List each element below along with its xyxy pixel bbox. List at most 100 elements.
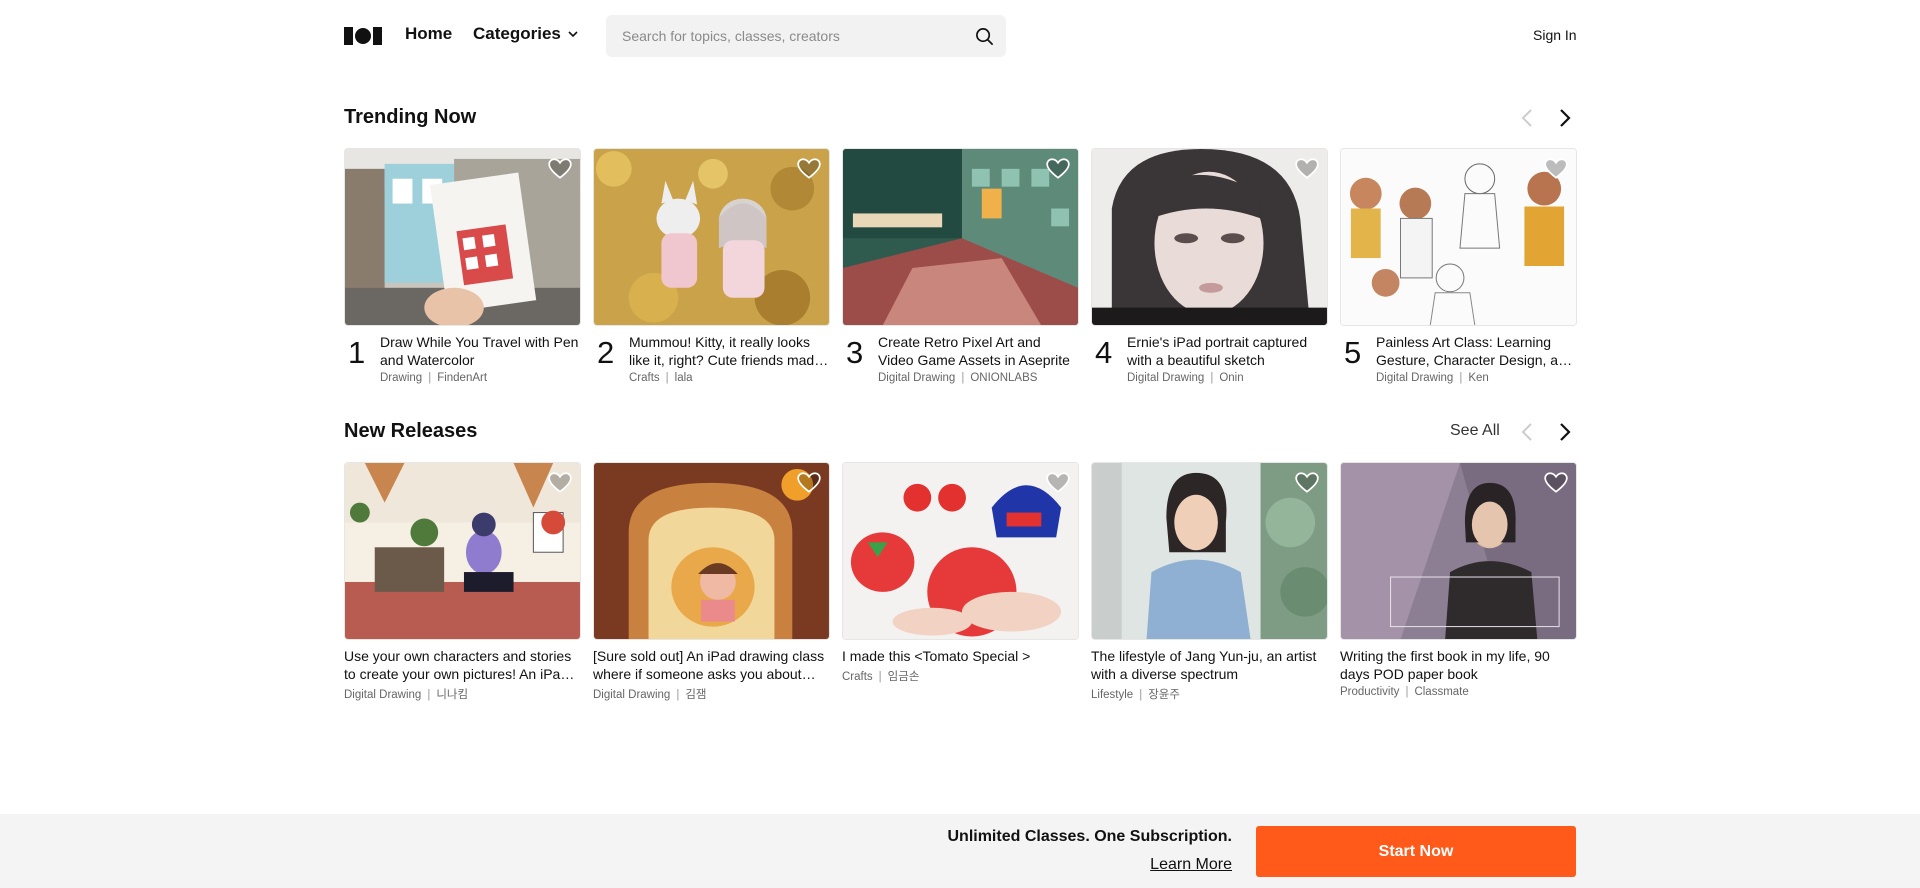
favorite-heart-icon[interactable] (1045, 156, 1071, 182)
new-release-card[interactable]: Writing the first book in my life, 90 da… (1340, 462, 1577, 698)
trending-card[interactable]: 1 Draw While You Travel with Pen and Wat… (344, 148, 581, 384)
card-thumbnail (1340, 462, 1577, 640)
new-release-card[interactable]: I made this <Tomato Special > Crafts | 임금손 (842, 462, 1079, 684)
class-subtitle: Crafts | 임금손 (842, 668, 1079, 684)
card-info: The lifestyle of Jang Yun-ju, an artist … (1091, 647, 1328, 702)
learn-more-link[interactable]: Learn More (1150, 856, 1232, 874)
trending-card[interactable]: 2 Mummou! Kitty, it really looks like it… (593, 148, 830, 384)
card-info: Mummou! Kitty, it really looks like it, … (629, 333, 830, 384)
class-category: Crafts (842, 671, 873, 683)
card-thumbnail (1091, 148, 1328, 326)
new-release-card[interactable]: Use your own characters and stories to c… (344, 462, 581, 702)
card-thumbnail (344, 148, 581, 326)
logo-bar (344, 27, 353, 45)
nav-categories-label: Categories (473, 24, 561, 43)
class-category: Productivity (1340, 686, 1400, 698)
trending-card[interactable]: 3 Create Retro Pixel Art and Video Game … (842, 148, 1079, 384)
card-meta: 2 Mummou! Kitty, it really looks like it… (593, 333, 830, 384)
card-info: Create Retro Pixel Art and Video Game As… (878, 333, 1079, 384)
subtitle-divider: | (428, 372, 432, 384)
class-category: Digital Drawing (1376, 372, 1454, 384)
card-thumbnail (593, 148, 830, 326)
class-title: Mummou! Kitty, it really looks like it, … (629, 334, 822, 368)
card-thumbnail (1340, 148, 1577, 326)
card-thumbnail (344, 462, 581, 640)
see-all-link[interactable]: See All (1450, 422, 1500, 440)
class-title: [Sure sold out] An iPad drawing class wh… (593, 648, 825, 682)
new-releases-next-arrow-icon[interactable] (1553, 420, 1577, 444)
subtitle-divider: | (961, 372, 965, 384)
class-subtitle: Digital Drawing | ONIONLABS (878, 372, 1079, 384)
new-release-card[interactable]: [Sure sold out] An iPad drawing class wh… (593, 462, 830, 702)
favorite-heart-icon[interactable] (1294, 156, 1320, 182)
class-title: Ernie's iPad portrait captured with a be… (1127, 334, 1308, 368)
class-subtitle: Productivity | Classmate (1340, 686, 1577, 698)
sign-in-link[interactable]: Sign In (1533, 27, 1577, 43)
card-info: Draw While You Travel with Pen and Water… (380, 333, 581, 384)
card-meta: Writing the first book in my life, 90 da… (1340, 647, 1577, 698)
subtitle-divider: | (878, 671, 882, 683)
trending-card[interactable]: 4 Ernie's iPad portrait captured with a … (1091, 148, 1328, 384)
subtitle-divider: | (1210, 372, 1214, 384)
favorite-heart-icon[interactable] (1543, 156, 1569, 182)
class-title: I made this <Tomato Special > (842, 648, 1031, 664)
favorite-heart-icon[interactable] (1543, 470, 1569, 496)
card-meta: I made this <Tomato Special > Crafts | 임금손 (842, 647, 1079, 684)
card-thumbnail (842, 148, 1079, 326)
start-now-button[interactable]: Start Now (1256, 826, 1576, 877)
class-creator: 장윤주 (1148, 689, 1180, 701)
card-info: Ernie's iPad portrait captured with a be… (1127, 333, 1328, 384)
favorite-heart-icon[interactable] (1294, 470, 1320, 496)
thumbnail-image (594, 149, 829, 325)
thumbnail-image (1341, 149, 1576, 325)
class-category: Digital Drawing (344, 689, 422, 701)
class-title: The lifestyle of Jang Yun-ju, an artist … (1091, 648, 1317, 682)
class-creator: 임금손 (887, 671, 920, 683)
favorite-heart-icon[interactable] (796, 156, 822, 182)
class-category: Digital Drawing (1127, 372, 1205, 384)
new-releases-prev-arrow-icon[interactable] (1515, 420, 1539, 444)
class-subtitle: Crafts | lala (629, 372, 830, 384)
class-subtitle: Digital Drawing | 김잼 (593, 686, 830, 702)
class-subtitle: Drawing | FindenArt (380, 372, 581, 384)
thumbnail-image (1092, 463, 1327, 639)
search-input[interactable] (606, 15, 962, 57)
new-releases-section-title: New Releases (344, 420, 478, 442)
thumbnail-image (1341, 463, 1576, 639)
trending-card[interactable]: 5 Painless Art Class: Learning Gesture, … (1340, 148, 1577, 384)
nav-home-link[interactable]: Home (405, 24, 452, 44)
rank-number: 4 (1095, 335, 1113, 370)
favorite-heart-icon[interactable] (1045, 470, 1071, 496)
class-category: Digital Drawing (878, 372, 956, 384)
class-subtitle: Digital Drawing | 니나킴 (344, 686, 581, 702)
card-meta: 4 Ernie's iPad portrait captured with a … (1091, 333, 1328, 384)
nav-categories-dropdown[interactable]: Categories (473, 24, 579, 44)
card-thumbnail (842, 462, 1079, 640)
search-icon[interactable] (962, 15, 1006, 57)
new-release-card[interactable]: The lifestyle of Jang Yun-ju, an artist … (1091, 462, 1328, 702)
logo-dot (355, 28, 371, 44)
thumbnail-image (843, 149, 1078, 325)
new-releases-row: Use your own characters and stories to c… (344, 462, 1577, 712)
trending-next-arrow-icon[interactable] (1553, 106, 1577, 130)
class-subtitle: Digital Drawing | Ken (1376, 372, 1577, 384)
rank-number: 3 (846, 335, 864, 370)
class-creator: 니나킴 (436, 689, 469, 701)
subtitle-divider: | (1405, 686, 1409, 698)
class-subtitle: Digital Drawing | Onin (1127, 372, 1328, 384)
subtitle-divider: | (676, 689, 680, 701)
favorite-heart-icon[interactable] (796, 470, 822, 496)
banner-title: Unlimited Classes. One Subscription. (947, 828, 1232, 845)
class-subtitle: Lifestyle | 장윤주 (1091, 686, 1328, 702)
search-bar (606, 15, 1006, 57)
subscription-banner: Unlimited Classes. One Subscription. Lea… (0, 814, 1920, 888)
class-category: Drawing (380, 372, 423, 384)
site-logo[interactable] (344, 27, 382, 45)
favorite-heart-icon[interactable] (547, 156, 573, 182)
thumbnail-image (843, 463, 1078, 639)
favorite-heart-icon[interactable] (547, 470, 573, 496)
card-info: I made this <Tomato Special > Crafts | 임금손 (842, 647, 1079, 684)
class-category: Lifestyle (1091, 689, 1134, 701)
trending-prev-arrow-icon[interactable] (1515, 106, 1539, 130)
class-title: Create Retro Pixel Art and Video Game As… (878, 334, 1070, 368)
